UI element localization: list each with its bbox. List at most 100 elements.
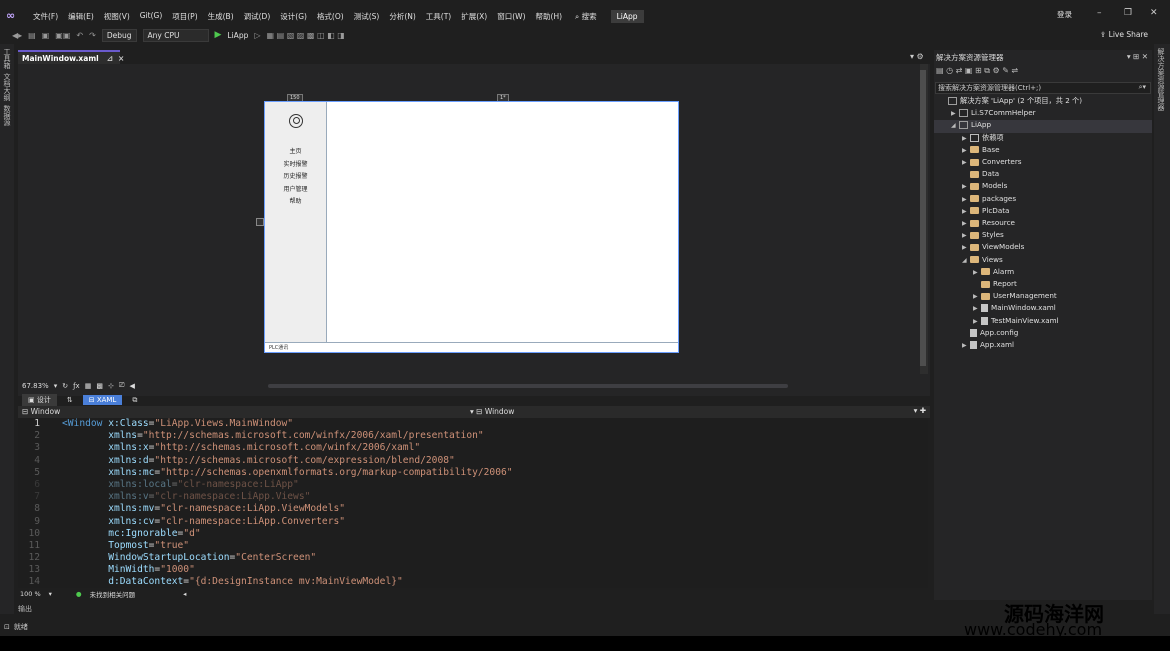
new-project-icon[interactable]: ▤	[28, 31, 36, 40]
popout-icon[interactable]: ⧉	[132, 396, 137, 405]
zoom-dropdown-icon[interactable]: ▾	[54, 382, 58, 390]
designer-horizontal-scrollbar[interactable]	[268, 384, 788, 388]
login-link[interactable]: 登录	[1057, 9, 1072, 20]
expand-arrow-icon[interactable]: ▶	[962, 342, 970, 349]
code-line[interactable]: 13 MinWidth="1000"	[18, 564, 928, 576]
scroll-left-icon[interactable]: ◂	[183, 590, 186, 598]
toolbox-tab[interactable]: 工具箱	[2, 48, 12, 69]
tree-item[interactable]: ▶ Models	[934, 181, 1152, 193]
expand-arrow-icon[interactable]: ▶	[951, 110, 959, 117]
tab-close-icon[interactable]: ×	[118, 54, 124, 63]
expand-arrow-icon[interactable]: ◢	[962, 257, 970, 264]
output-tab[interactable]: 输出	[18, 604, 32, 614]
code-line[interactable]: 6 xmlns:local="clr-namespace:LiApp"	[18, 479, 928, 491]
expand-arrow-icon[interactable]: ▶	[962, 208, 970, 215]
menu-item-14[interactable]: 帮助(H)	[531, 11, 568, 22]
save-icon[interactable]: ▣	[42, 31, 50, 40]
back-icon[interactable]: ◀▸	[12, 31, 22, 40]
row-ruler-handle[interactable]	[256, 218, 264, 226]
code-line[interactable]: 2 xmlns="http://schemas.microsoft.com/wi…	[18, 430, 928, 442]
effects-icon[interactable]: ƒx	[73, 382, 80, 390]
data-sources-tab[interactable]: 数据源	[2, 105, 12, 126]
tree-item[interactable]: ▶ Alarm	[934, 267, 1152, 279]
preview-nav-history-alarm[interactable]: 历史报警	[265, 171, 326, 184]
configuration-select[interactable]: Debug	[101, 28, 137, 42]
undo-icon[interactable]: ↶	[76, 31, 83, 40]
tab-xaml[interactable]: ⊟ XAML	[82, 395, 123, 405]
expand-arrow-icon[interactable]: ▶	[973, 293, 981, 300]
menu-item-2[interactable]: 视图(V)	[99, 11, 135, 22]
menu-item-7[interactable]: 设计(G)	[275, 11, 312, 22]
code-line[interactable]: 14 d:DataContext="{d:DesignInstance mv:M…	[18, 576, 928, 588]
issues-status[interactable]: 未找到相关问题	[90, 589, 136, 599]
menu-item-6[interactable]: 调试(D)	[239, 11, 276, 22]
redo-icon[interactable]: ↷	[89, 31, 96, 40]
preview-nav-help[interactable]: 帮助	[265, 196, 326, 209]
expand-arrow-icon[interactable]: ▶	[962, 232, 970, 239]
expand-arrow-icon[interactable]: ▶	[973, 318, 981, 325]
device-icon[interactable]: ⎚	[119, 381, 125, 390]
preview-nav-home[interactable]: 主页	[265, 146, 326, 159]
close-icon[interactable]: ✕	[1150, 8, 1158, 18]
code-line[interactable]: 12 WindowStartupLocation="CenterScreen"	[18, 552, 928, 564]
expand-arrow-icon[interactable]: ▶	[962, 244, 970, 251]
maximize-icon[interactable]: ❐	[1124, 8, 1132, 18]
code-line[interactable]: 1 <Window x:Class="LiApp.Views.MainWindow…	[18, 418, 928, 430]
menu-item-8[interactable]: 格式(O)	[312, 11, 349, 22]
save-all-icon[interactable]: ▣▣	[55, 31, 70, 40]
tree-item[interactable]: 解决方案 'LiApp' (2 个项目，共 2 个)	[934, 96, 1152, 108]
tree-item[interactable]: ▶ PlcData	[934, 206, 1152, 218]
window-preview[interactable]: 主页 实时报警 历史报警 用户管理 帮助 PLC通讯	[264, 101, 679, 353]
document-outline-tab[interactable]: 文档大纲	[2, 73, 12, 101]
code-line[interactable]: 5 xmlns:mc="http://schemas.openxmlformat…	[18, 467, 928, 479]
code-line[interactable]: 3 xmlns:x="http://schemas.microsoft.com/…	[18, 442, 928, 454]
code-line[interactable]: 11 Topmost="true"	[18, 540, 928, 552]
tree-item[interactable]: ▶ ViewModels	[934, 242, 1152, 254]
tree-item[interactable]: ▶ Resource	[934, 218, 1152, 230]
editor-zoom-dropdown-icon[interactable]: ▾	[49, 590, 52, 598]
tree-item[interactable]: App.config	[934, 328, 1152, 340]
split-add-icon[interactable]: ▾ ✚	[914, 406, 926, 415]
tree-item[interactable]: Report	[934, 279, 1152, 291]
menu-item-9[interactable]: 测试(S)	[349, 11, 385, 22]
menu-item-13[interactable]: 窗口(W)	[492, 11, 530, 22]
editor-zoom[interactable]: 100 %	[20, 590, 41, 598]
tab-mainwindow-xaml[interactable]: MainWindow.xaml ⊿ ×	[18, 50, 124, 64]
designer-scroll-thumb[interactable]	[920, 70, 926, 366]
search-menu[interactable]: ⌕ 搜索	[569, 11, 603, 22]
code-line[interactable]: 7 xmlns:v="clr-namespace:LiApp.Views"	[18, 491, 928, 503]
tree-item[interactable]: ▶ packages	[934, 194, 1152, 206]
swap-panes-icon[interactable]: ⇅	[67, 396, 73, 404]
expand-arrow-icon[interactable]: ▶	[962, 147, 970, 154]
expand-arrow-icon[interactable]: ▶	[962, 196, 970, 203]
code-line[interactable]: 4 xmlns:d="http://schemas.microsoft.com/…	[18, 455, 928, 467]
expand-arrow-icon[interactable]: ▶	[973, 305, 981, 312]
minimize-icon[interactable]: –	[1097, 8, 1102, 18]
refresh-icon[interactable]: ↻	[62, 382, 68, 390]
tree-item[interactable]: ▶ Base	[934, 145, 1152, 157]
menu-item-5[interactable]: 生成(B)	[203, 11, 239, 22]
solution-search-input[interactable]: 搜索解决方案资源管理器(Ctrl+;) ⌕▾	[935, 82, 1151, 94]
tab-pin-icon[interactable]: ⊿	[107, 54, 113, 63]
tree-item[interactable]: ▶ UserManagement	[934, 291, 1152, 303]
panel-controls-icon[interactable]: ▾ ⊞ ✕	[1127, 52, 1148, 61]
tree-item[interactable]: ◢ LiApp	[934, 120, 1152, 133]
expand-arrow-icon[interactable]: ▶	[962, 220, 970, 227]
tree-item[interactable]: ▶ Styles	[934, 230, 1152, 242]
menu-item-4[interactable]: 项目(P)	[167, 11, 202, 22]
menu-item-3[interactable]: Git(G)	[135, 11, 168, 22]
tree-item[interactable]: ◢ Views	[934, 255, 1152, 267]
tree-item[interactable]: ▶ 依赖项	[934, 133, 1152, 145]
visual-studio-logo-icon[interactable]: ∞	[6, 9, 22, 23]
solution-explorer-toolbar[interactable]: ▤ ◷ ⇄ ▣ ⊞ ⧉ ⚙ ✎ ⇌	[936, 66, 1018, 76]
menu-item-11[interactable]: 工具(T)	[421, 11, 456, 22]
tab-dropdown-icon[interactable]: ▾ ⚙	[910, 52, 924, 61]
expand-arrow-icon[interactable]: ▶	[962, 183, 970, 190]
element-breadcrumb-right[interactable]: ▾ ⊟ Window	[470, 407, 514, 416]
tree-item[interactable]: ▶ Li.S7CommHelper	[934, 108, 1152, 120]
run-without-debug-icon[interactable]: ▷	[254, 31, 260, 40]
menu-item-10[interactable]: 分析(N)	[384, 11, 420, 22]
menu-item-12[interactable]: 扩展(X)	[456, 11, 492, 22]
run-icon[interactable]: ▶	[215, 30, 222, 40]
preview-nav-user-management[interactable]: 用户管理	[265, 184, 326, 197]
